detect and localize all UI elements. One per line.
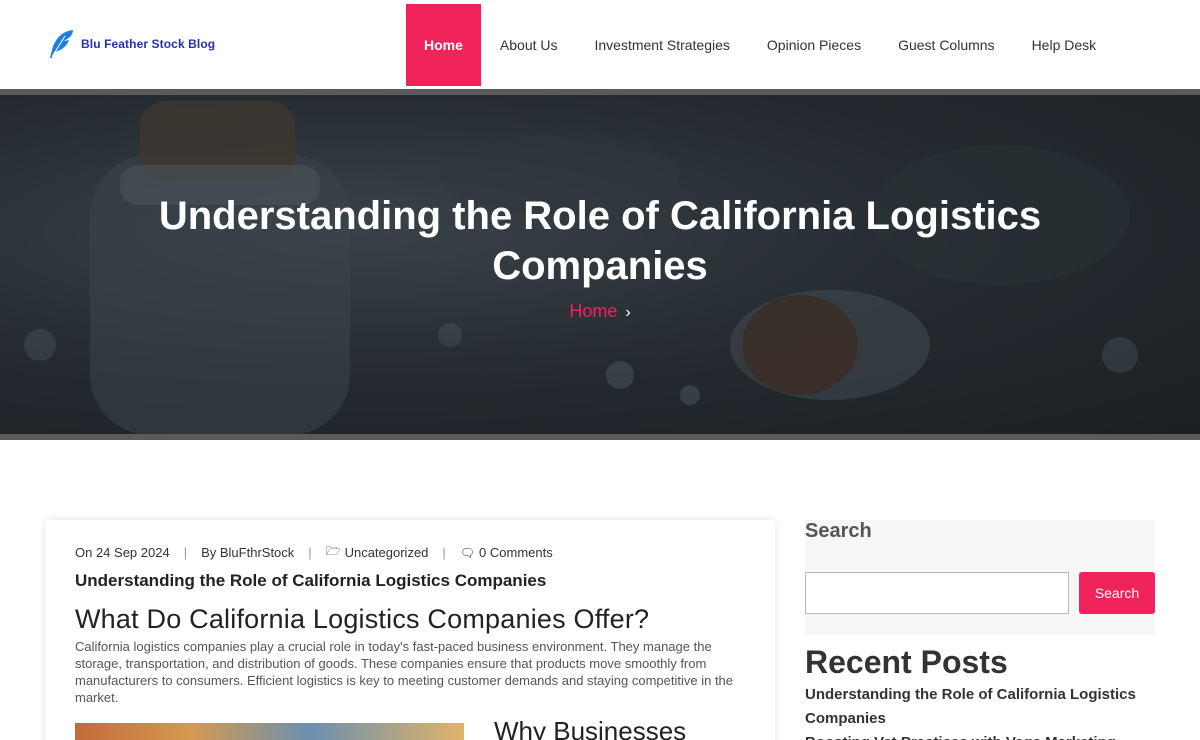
nav-investment-strategies[interactable]: Investment Strategies (595, 4, 730, 86)
post-title[interactable]: Understanding the Role of California Log… (75, 571, 546, 591)
hero-title: Understanding the Role of California Log… (158, 194, 1042, 288)
nav-help-desk[interactable]: Help Desk (1032, 4, 1097, 86)
nav-home[interactable]: Home (406, 4, 481, 86)
hero-background: Understanding the Role of California Log… (0, 95, 1200, 434)
chevron-right-icon: › (625, 304, 631, 321)
meta-divider: | (183, 545, 188, 560)
post-meta: On 24 Sep 2024 | By BluFthrStock | 🗁 Unc… (75, 542, 553, 563)
search-widget-title: Search (805, 520, 872, 542)
post-paragraph: California logistics companies play a cr… (75, 639, 734, 705)
main-nav: Home About Us Investment Strategies Opin… (406, 4, 1096, 86)
recent-post-link[interactable]: Boosting Vet Practices with Vega Marketi… (805, 731, 1155, 740)
nav-guest-columns[interactable]: Guest Columns (898, 4, 994, 86)
post-date: On 24 Sep 2024 (75, 545, 170, 560)
folder-icon: 🗁 (325, 544, 341, 558)
hero-banner: Understanding the Role of California Log… (0, 89, 1200, 440)
search-widget: Search Search (805, 520, 1155, 635)
comments-icon: 🗨 (459, 545, 476, 560)
site-logo[interactable]: Blu Feather Stock Blog (47, 28, 215, 60)
post-subheading: Why Businesses (494, 716, 687, 740)
recent-posts-list: Understanding the Role of California Log… (805, 683, 1155, 740)
site-header: Blu Feather Stock Blog Home About Us Inv… (0, 0, 1200, 89)
post-category[interactable]: Uncategorized (345, 545, 429, 560)
meta-divider: | (308, 545, 312, 560)
recent-post-link[interactable]: Understanding the Role of California Log… (805, 683, 1155, 731)
search-button[interactable]: Search (1079, 572, 1155, 614)
search-input[interactable] (805, 572, 1069, 614)
nav-about-us[interactable]: About Us (500, 4, 558, 86)
post-author[interactable]: By BluFthrStock (201, 545, 294, 560)
site-name: Blu Feather Stock Blog (81, 37, 216, 51)
post-card: On 24 Sep 2024 | By BluFthrStock | 🗁 Unc… (45, 520, 775, 740)
post-comments[interactable]: 0 Comments (479, 545, 553, 560)
breadcrumb-home-link[interactable]: Home (569, 301, 617, 321)
breadcrumb: Home › (0, 301, 1200, 322)
recent-posts-title: Recent Posts (805, 644, 1008, 680)
meta-divider: | (442, 545, 446, 560)
post-image (75, 723, 464, 740)
post-heading: What Do California Logistics Companies O… (75, 604, 650, 634)
nav-opinion-pieces[interactable]: Opinion Pieces (767, 4, 861, 86)
feather-icon (50, 30, 73, 58)
